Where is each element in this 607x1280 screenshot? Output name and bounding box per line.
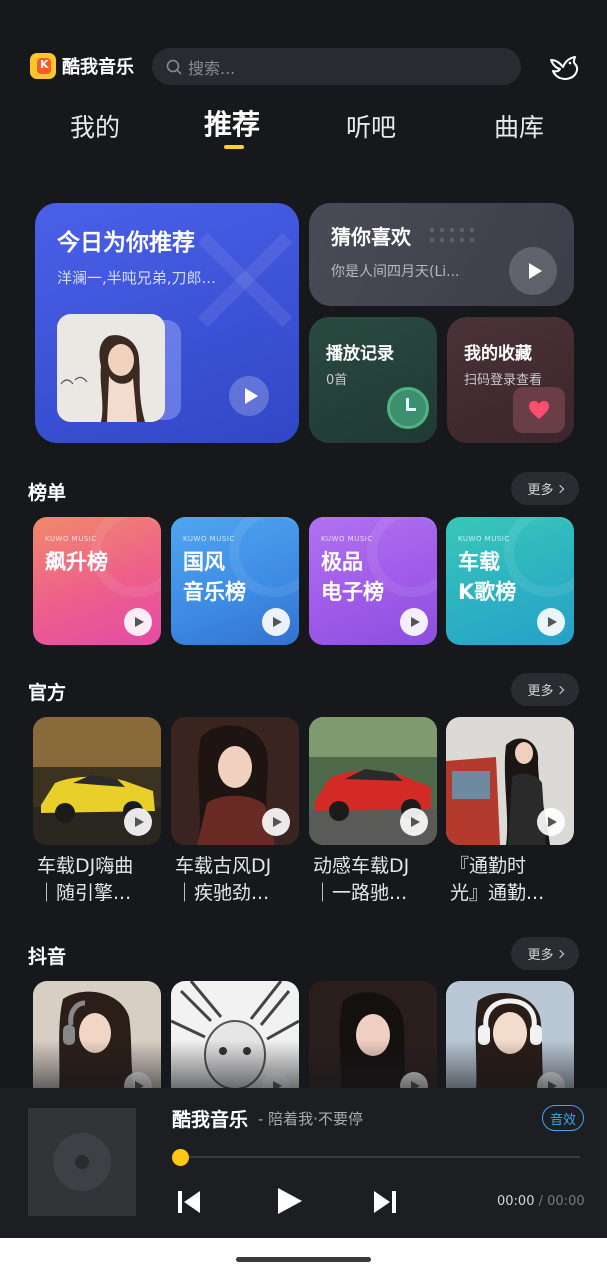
progress-track[interactable] [180, 1156, 580, 1158]
chart-tile-karaoke[interactable]: KUWO MUSIC 车载 K歌榜 [446, 517, 574, 645]
chart-tag: KUWO MUSIC [458, 535, 510, 543]
tab-listen[interactable]: 听吧 [346, 108, 396, 144]
playlist-title[interactable]: 『通勤时 光』通勤... [450, 853, 578, 907]
chart-name: 极品 电子榜 [321, 550, 384, 604]
more-button-douyin[interactable]: 更多 [511, 937, 579, 970]
chevron-right-icon [555, 949, 564, 958]
chart-tag: KUWO MUSIC [321, 535, 373, 543]
play-icon[interactable] [124, 808, 152, 836]
chevron-right-icon [555, 685, 564, 694]
search-icon [166, 59, 182, 74]
home-indicator[interactable] [236, 1257, 371, 1262]
scroll-fade [0, 1040, 607, 1088]
heart-icon [529, 401, 549, 419]
play-icon[interactable] [262, 608, 290, 636]
section-title-charts: 榜单 [28, 482, 67, 504]
progress-handle[interactable] [172, 1149, 189, 1166]
more-label: 更多 [527, 483, 554, 498]
heart-badge [513, 387, 565, 433]
play-history-card[interactable]: 播放记录 0首 [309, 317, 437, 443]
previous-icon[interactable] [176, 1189, 202, 1215]
today-title: 今日为你推荐 [57, 230, 195, 256]
playlist-title[interactable]: 车载古风DJ ｜疾驰劲... [175, 853, 303, 907]
current-time: 00:00 [497, 1194, 535, 1209]
search-placeholder: 搜索... [188, 58, 236, 78]
play-icon[interactable] [400, 608, 428, 636]
more-button-charts[interactable]: 更多 [511, 472, 579, 505]
favorites-card[interactable]: 我的收藏 扫码登录查看 [447, 317, 574, 443]
time-separator: / [538, 1194, 543, 1209]
chart-name: 飙升榜 [45, 550, 108, 574]
play-icon[interactable] [124, 608, 152, 636]
history-title: 播放记录 [326, 344, 394, 364]
play-icon[interactable] [537, 808, 565, 836]
kuwo-logo-icon [30, 53, 56, 79]
search-input[interactable]: 搜索... [152, 48, 521, 85]
guess-you-like-card[interactable]: 猜你喜欢 你是人间四月天(Li... [309, 203, 574, 306]
time-display: 00:00 / 00:00 [497, 1194, 585, 1209]
today-recommend-card[interactable]: 今日为你推荐 洋澜一,半吨兄弟,刀郎... [35, 203, 299, 443]
play-icon[interactable] [229, 376, 269, 416]
more-label: 更多 [527, 948, 554, 963]
clock-icon [387, 387, 429, 429]
player-subtitle: - 陪着我·不要停 [258, 1110, 363, 1128]
play-icon[interactable] [400, 808, 428, 836]
player-title: 酷我音乐 [172, 1109, 249, 1131]
chart-name: 车载 K歌榜 [458, 550, 517, 604]
mini-player[interactable]: 酷我音乐 - 陪着我·不要停 音效 00:00 / 00:00 [0, 1088, 607, 1238]
guess-title: 猜你喜欢 [331, 225, 411, 249]
playlist-cover[interactable] [33, 717, 161, 845]
play-icon[interactable] [537, 608, 565, 636]
more-label: 更多 [527, 684, 554, 699]
system-nav-bar [0, 1238, 607, 1280]
play-icon[interactable] [274, 1186, 304, 1216]
playlist-cover[interactable] [446, 717, 574, 845]
section-title-douyin: 抖音 [28, 946, 67, 968]
bird-icon[interactable] [548, 54, 580, 82]
playlist-title[interactable]: 动感车载DJ ｜一路驰... [313, 853, 441, 907]
playlist-cover[interactable] [171, 717, 299, 845]
favorites-subtitle: 扫码登录查看 [464, 373, 543, 388]
play-icon[interactable] [262, 808, 290, 836]
app-name: 酷我音乐 [62, 57, 134, 78]
chart-tile-guofeng[interactable]: KUWO MUSIC 国风 音乐榜 [171, 517, 299, 645]
play-icon[interactable] [509, 247, 557, 295]
history-count: 0首 [326, 373, 348, 388]
chart-tile-electronic[interactable]: KUWO MUSIC 极品 电子榜 [309, 517, 437, 645]
total-time: 00:00 [547, 1194, 585, 1209]
next-icon[interactable] [372, 1189, 398, 1215]
tab-recommend[interactable]: 推荐 [204, 103, 260, 143]
tab-mine[interactable]: 我的 [70, 108, 120, 144]
chart-tile-soaring[interactable]: KUWO MUSIC 飙升榜 [33, 517, 161, 645]
sound-effect-button[interactable]: 音效 [542, 1105, 584, 1131]
guess-subtitle: 你是人间四月天(Li... [331, 264, 460, 280]
tab-library[interactable]: 曲库 [494, 108, 544, 144]
active-tab-indicator [224, 145, 244, 149]
playlist-cover[interactable] [309, 717, 437, 845]
album-cover [57, 314, 165, 422]
today-subtitle: 洋澜一,半吨兄弟,刀郎... [57, 269, 216, 287]
disc-icon [53, 1133, 111, 1191]
chart-tag: KUWO MUSIC [183, 535, 235, 543]
chart-name: 国风 音乐榜 [183, 550, 246, 604]
chart-tag: KUWO MUSIC [45, 535, 97, 543]
portrait-image [57, 314, 165, 422]
app-logo[interactable]: 酷我音乐 [30, 53, 134, 79]
favorites-title: 我的收藏 [464, 344, 532, 364]
chevron-right-icon [555, 484, 564, 493]
decor-dots [427, 225, 475, 245]
player-cover[interactable] [28, 1108, 136, 1216]
section-title-official: 官方 [28, 682, 67, 704]
playlist-title[interactable]: 车载DJ嗨曲 ｜随引擎... [37, 853, 165, 907]
more-button-official[interactable]: 更多 [511, 673, 579, 706]
